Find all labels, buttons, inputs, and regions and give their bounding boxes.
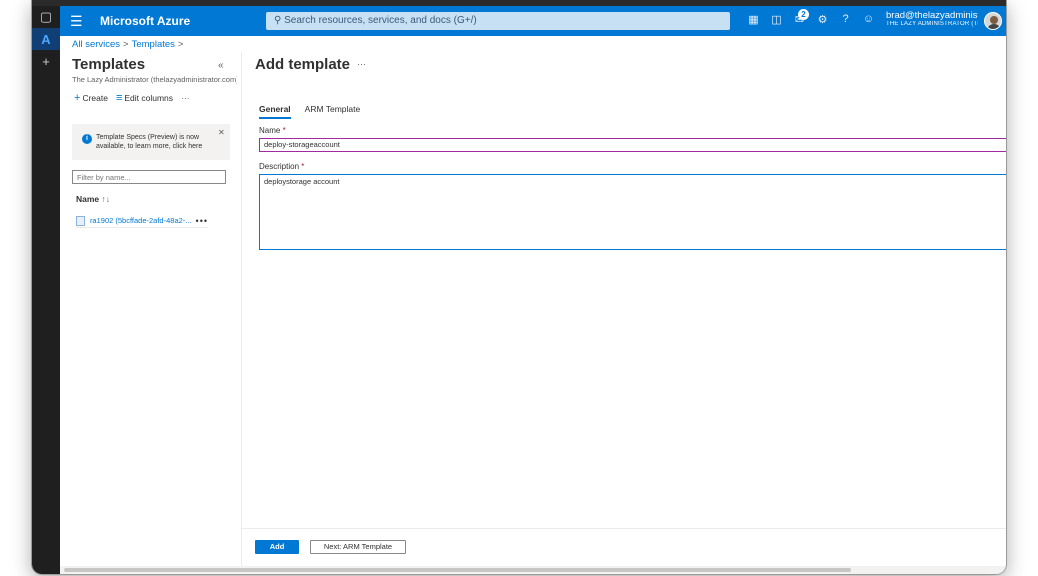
horizontal-scrollbar[interactable]: [60, 566, 1006, 574]
breadcrumb-all-services[interactable]: All services: [72, 39, 120, 50]
help-icon[interactable]: ?: [834, 13, 857, 29]
directory-filter-icon[interactable]: ◫: [765, 13, 788, 29]
search-icon: ⚲: [274, 15, 282, 26]
breadcrumb-templates[interactable]: Templates: [132, 39, 175, 50]
breadcrumb-separator: >: [177, 39, 184, 50]
notice-text: Template Specs (Preview) is now availabl…: [96, 134, 203, 150]
name-label: Name *: [259, 126, 286, 135]
description-label: Description *: [259, 162, 305, 171]
template-file-icon: [76, 215, 85, 226]
tab-actions-icon[interactable]: ▢: [32, 6, 60, 28]
account-menu[interactable]: brad@thelazyadministr... THE LAZY ADMINI…: [886, 10, 978, 27]
azure-topbar: ☰ Microsoft Azure ⚲ Search resources, se…: [60, 6, 1006, 36]
account-org: THE LAZY ADMINISTRATOR (THE...: [886, 21, 978, 27]
browser-window: ▢ A + ☰ Microsoft Azure ⚲ Search resourc…: [32, 0, 1006, 574]
search-placeholder: Search resources, services, and docs (G+…: [284, 15, 477, 26]
scrollbar-thumb[interactable]: [64, 568, 851, 572]
templates-panel: Templates « The Lazy Administrator (thel…: [60, 52, 242, 574]
sort-icon: ↑↓: [101, 194, 111, 204]
columns-icon: ≡: [115, 92, 123, 104]
next-arm-template-button[interactable]: Next: ARM Template: [310, 540, 406, 554]
info-notice[interactable]: i Template Specs (Preview) is now availa…: [72, 124, 230, 160]
edge-sidebar: ▢ A +: [32, 6, 60, 574]
avatar[interactable]: [984, 12, 1002, 30]
cloud-shell-icon[interactable]: ▦: [742, 13, 765, 29]
collapse-icon[interactable]: «: [218, 60, 224, 71]
breadcrumb-separator: >: [123, 39, 129, 50]
required-marker: *: [301, 162, 305, 171]
command-bar: + Create ≡ Edit columns ···: [74, 92, 190, 104]
create-label: Create: [82, 93, 108, 103]
account-name: brad@thelazyadministr...: [886, 10, 978, 21]
azure-logo-icon[interactable]: A: [32, 28, 60, 50]
template-link[interactable]: ra1902 (5bcffade-2afd-48a2-...: [90, 216, 192, 225]
required-marker: *: [282, 126, 286, 135]
settings-icon[interactable]: ⚙: [811, 13, 834, 29]
notifications-icon[interactable]: ✉ 2: [788, 9, 811, 29]
notification-badge: 2: [798, 9, 809, 20]
edit-columns-button[interactable]: ≡ Edit columns: [116, 92, 173, 104]
column-header-label: Name: [76, 194, 100, 204]
add-icon[interactable]: +: [32, 50, 60, 72]
feedback-icon[interactable]: ☺: [857, 13, 880, 29]
edit-columns-label: Edit columns: [124, 93, 174, 103]
name-field[interactable]: deploy-storageaccount: [259, 138, 1006, 152]
name-column-header[interactable]: Name ↑↓: [76, 194, 110, 204]
tab-bar: General ARM Template: [259, 104, 360, 119]
panel-title: Templates: [72, 56, 146, 73]
panel-subtitle: The Lazy Administrator (thelazyadministr…: [72, 75, 237, 84]
list-item[interactable]: ra1902 (5bcffade-2afd-48a2-... •••: [76, 214, 208, 228]
add-template-blade: Add template ··· General ARM Template Na…: [242, 52, 1006, 574]
global-search[interactable]: ⚲ Search resources, services, and docs (…: [266, 12, 730, 30]
plus-icon: +: [74, 92, 81, 104]
topbar-icons: ▦ ◫ ✉ 2 ⚙ ? ☺: [742, 9, 880, 29]
create-button[interactable]: + Create: [74, 92, 108, 104]
filter-input[interactable]: [72, 170, 226, 184]
brand-label[interactable]: Microsoft Azure: [100, 14, 190, 28]
page-title: Add template: [255, 56, 351, 73]
info-icon: i: [82, 134, 92, 144]
breadcrumb: All services > Templates >: [72, 39, 186, 50]
tab-general[interactable]: General: [259, 104, 291, 119]
more-icon[interactable]: ···: [357, 59, 366, 69]
add-button[interactable]: Add: [255, 540, 299, 554]
row-more-icon[interactable]: •••: [196, 216, 208, 226]
tab-arm-template[interactable]: ARM Template: [305, 104, 361, 119]
description-field[interactable]: deploystorage account: [259, 174, 1006, 250]
close-icon[interactable]: ✕: [218, 128, 225, 137]
more-icon[interactable]: ···: [181, 93, 190, 103]
hamburger-icon[interactable]: ☰: [70, 13, 83, 30]
